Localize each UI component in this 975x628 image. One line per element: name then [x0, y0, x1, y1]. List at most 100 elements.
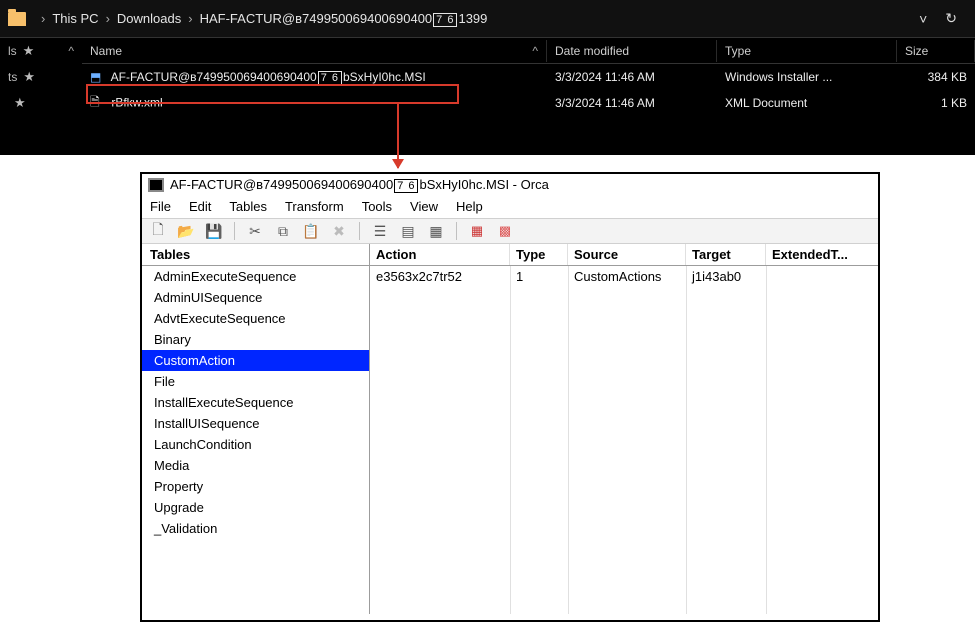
open-icon[interactable]: 📂 — [176, 221, 196, 241]
chevron-right-icon: › — [188, 11, 192, 26]
save-icon[interactable]: 💾 — [204, 221, 224, 241]
star-icon: ★ — [23, 43, 35, 59]
menu-transform[interactable]: Transform — [285, 199, 344, 214]
table-item-adminuisequence[interactable]: AdminUISequence — [142, 287, 369, 308]
table-item-installuisequence[interactable]: InstallUISequence — [142, 413, 369, 434]
file-size-cell: 1 KB — [897, 94, 975, 112]
cell-type: 1 — [510, 266, 568, 287]
column-header-name[interactable]: Name^ — [82, 40, 547, 62]
breadcrumb-item[interactable]: HAF-FACTUR@в7499500694006904007 61399 — [200, 11, 488, 26]
breadcrumb-tail: 1399 — [458, 11, 487, 26]
pinned-item[interactable]: ls★^ — [0, 38, 82, 64]
tables-pane: Tables AdminExecuteSequenceAdminUISequen… — [142, 244, 370, 614]
table-export-icon[interactable]: ▦ — [426, 221, 446, 241]
cell-action: e3563x2c7tr52 — [370, 266, 510, 287]
new-icon[interactable]: 🗋 — [148, 221, 168, 241]
file-size-cell: 384 KB — [897, 68, 975, 86]
orca-app-icon — [148, 178, 164, 192]
cube-icon[interactable]: ▩ — [495, 221, 515, 241]
file-type-cell: Windows Installer ... — [717, 68, 897, 86]
file-name-ext: bSxHyI0hc.MSI — [343, 70, 426, 84]
column-header-date[interactable]: Date modified — [547, 40, 717, 62]
file-explorer: › This PC › Downloads › HAF-FACTUR@в7499… — [0, 0, 975, 155]
menu-help[interactable]: Help — [456, 199, 483, 214]
paste-icon[interactable]: 📋 — [301, 221, 321, 241]
file-date-cell: 3/3/2024 11:46 AM — [547, 94, 717, 112]
table-item-binary[interactable]: Binary — [142, 329, 369, 350]
file-list: Name^ Date modified Type Size ⬒ AF-FACTU… — [82, 38, 975, 116]
table-item-launchcondition[interactable]: LaunchCondition — [142, 434, 369, 455]
refresh-icon[interactable]: ↻ — [945, 10, 957, 27]
toolbar-separator — [234, 222, 235, 240]
tables-header: Tables — [142, 244, 369, 266]
file-row[interactable]: ⬒ AF-FACTUR@в7499500694006904007 6bSxHyI… — [82, 64, 975, 90]
file-date-cell: 3/3/2024 11:46 AM — [547, 68, 717, 86]
pinned-item[interactable]: ★ — [0, 90, 82, 116]
breadcrumb-item[interactable]: This PC — [52, 11, 98, 26]
col-action[interactable]: Action — [370, 244, 510, 265]
cut-icon[interactable]: ✂ — [245, 221, 265, 241]
chevron-down-icon[interactable]: ˅ — [919, 11, 927, 27]
star-icon: ★ — [14, 95, 26, 111]
copy-icon[interactable]: ⧉ — [273, 221, 293, 241]
menu-bar: File Edit Tables Transform Tools View He… — [142, 195, 878, 218]
table-item-upgrade[interactable]: Upgrade — [142, 497, 369, 518]
toolbar: 🗋 📂 💾 ✂ ⧉ 📋 ✖ ☰ ▤ ▦ ▦ ▩ — [142, 218, 878, 244]
menu-file[interactable]: File — [150, 199, 171, 214]
col-extended[interactable]: ExtendedT... — [766, 244, 876, 265]
table-item-advtexecutesequence[interactable]: AdvtExecuteSequence — [142, 308, 369, 329]
file-name-text: rBfkw.xml — [111, 95, 162, 109]
folder-icon — [8, 12, 26, 26]
table-item-property[interactable]: Property — [142, 476, 369, 497]
cell-source: CustomActions — [568, 266, 686, 287]
column-header-size[interactable]: Size — [897, 40, 975, 62]
menu-tables[interactable]: Tables — [229, 199, 267, 214]
pinned-item[interactable]: ts★ — [0, 64, 82, 90]
file-name-box-chars: 7 6 — [318, 71, 342, 85]
content-pane: Action Type Source Target ExtendedT... e… — [370, 244, 878, 614]
quick-access-pane: ls★^ ts★ ★ — [0, 38, 82, 155]
chevron-right-icon: › — [106, 11, 110, 26]
column-headers: Name^ Date modified Type Size — [82, 38, 975, 64]
delete-icon[interactable]: ✖ — [329, 221, 349, 241]
col-target[interactable]: Target — [686, 244, 766, 265]
toolbar-separator — [359, 222, 360, 240]
file-row[interactable]: 🗎 rBfkw.xml 3/3/2024 11:46 AM XML Docume… — [82, 90, 975, 116]
table-item-customaction[interactable]: CustomAction — [142, 350, 369, 371]
arrow-annotation — [397, 103, 399, 168]
breadcrumb-text: HAF-FACTUR@в749950069400690400 — [200, 11, 433, 26]
column-header-type[interactable]: Type — [717, 40, 897, 62]
table-drop-icon[interactable]: ▤ — [398, 221, 418, 241]
table-item-adminexecutesequence[interactable]: AdminExecuteSequence — [142, 266, 369, 287]
validate-icon[interactable]: ▦ — [467, 221, 487, 241]
file-name-cell: ⬒ AF-FACTUR@в7499500694006904007 6bSxHyI… — [82, 68, 547, 87]
msi-file-icon: ⬒ — [90, 70, 102, 84]
breadcrumb-item[interactable]: Downloads — [117, 11, 181, 26]
file-type-cell: XML Document — [717, 94, 897, 112]
table-item-_validation[interactable]: _Validation — [142, 518, 369, 539]
col-source[interactable]: Source — [568, 244, 686, 265]
table-new-icon[interactable]: ☰ — [370, 221, 390, 241]
table-item-file[interactable]: File — [142, 371, 369, 392]
table-row[interactable]: e3563x2c7tr52 1 CustomActions j1i43ab0 — [370, 266, 878, 287]
cell-target: j1i43ab0 — [686, 266, 766, 287]
toolbar-separator — [456, 222, 457, 240]
menu-view[interactable]: View — [410, 199, 438, 214]
star-icon: ★ — [23, 69, 35, 85]
breadcrumb[interactable]: › This PC › Downloads › HAF-FACTUR@в7499… — [0, 0, 975, 38]
breadcrumb-box-chars: 7 6 — [433, 13, 457, 27]
grid-lines — [370, 266, 878, 614]
file-name-text: AF-FACTUR@в749950069400690400 — [111, 70, 317, 84]
window-title: AF-FACTUR@в7499500694006904007 6bSxHyI0h… — [170, 177, 549, 192]
menu-tools[interactable]: Tools — [362, 199, 392, 214]
window-titlebar[interactable]: AF-FACTUR@в7499500694006904007 6bSxHyI0h… — [142, 174, 878, 195]
sort-icon: ^ — [514, 44, 538, 58]
chevron-right-icon: › — [41, 11, 45, 26]
xml-file-icon: 🗎 — [90, 93, 102, 114]
file-name-cell: 🗎 rBfkw.xml — [82, 91, 547, 116]
table-item-installexecutesequence[interactable]: InstallExecuteSequence — [142, 392, 369, 413]
orca-window: AF-FACTUR@в7499500694006904007 6bSxHyI0h… — [140, 172, 880, 622]
table-item-media[interactable]: Media — [142, 455, 369, 476]
menu-edit[interactable]: Edit — [189, 199, 211, 214]
col-type[interactable]: Type — [510, 244, 568, 265]
